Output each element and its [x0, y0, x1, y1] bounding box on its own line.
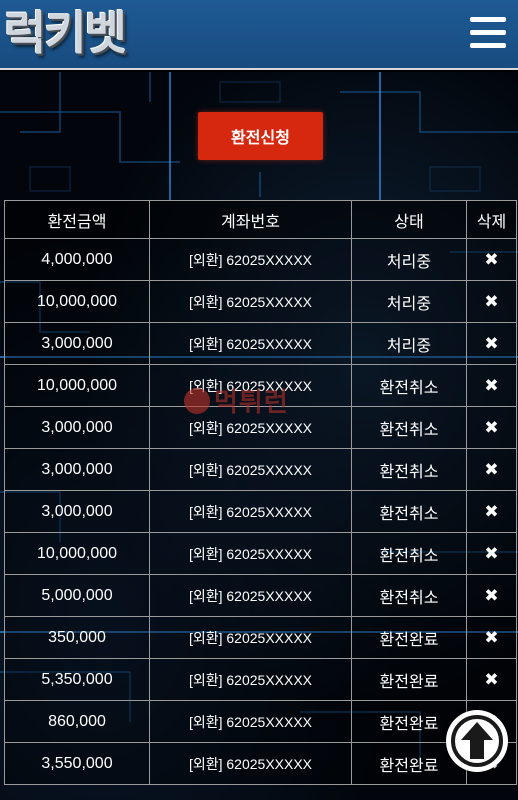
amount-cell: 3,550,000 [4, 742, 150, 785]
status-cell: 환전취소 [351, 406, 467, 449]
delete-icon[interactable]: ✖ [466, 238, 517, 281]
amount-cell: 10,000,000 [4, 280, 150, 323]
table-row: 860,000[외환] 62025XXXXX환전완료✖ [4, 700, 517, 743]
status-cell: 처리중 [351, 280, 467, 323]
amount-cell: 3,000,000 [4, 322, 150, 365]
delete-icon[interactable]: ✖ [466, 574, 517, 617]
status-cell: 환전취소 [351, 490, 467, 533]
amount-cell: 10,000,000 [4, 364, 150, 407]
scroll-to-top-button[interactable] [446, 710, 508, 772]
account-cell: [외환] 62025XXXXX [149, 364, 352, 407]
account-cell: [외환] 62025XXXXX [149, 406, 352, 449]
account-cell: [외환] 62025XXXXX [149, 448, 352, 491]
table-row: 5,350,000 [외환] 62025XXXXX 환전완료 ✖ [4, 658, 517, 701]
table-body: 4,000,000 [외환] 62025XXXXX 처리중 ✖ 10,000,000 [외… [4, 238, 517, 785]
status-cell: 환전취소 [351, 574, 467, 617]
account-cell: [외환] 62025XXXXX [149, 616, 352, 659]
account-cell: [외환] 62025XXXXX [149, 742, 352, 785]
table-row: 4,000,000 [외환] 62025XXXXX 처리중 ✖ [4, 238, 517, 281]
table-row: 10,000,000 [외환] 62025XXXXX 처리중 ✖ [4, 280, 517, 323]
table-row: 10,000,000 [외환] 62025XXXXX 환전취소 ✖ [4, 364, 517, 407]
account-cell: [외환] 62025XXXXX [149, 700, 352, 743]
delete-icon[interactable]: ✖ [466, 658, 517, 701]
status-cell: 처리중 [351, 322, 467, 365]
column-header-status: 상태 [351, 200, 467, 239]
hamburger-menu-icon[interactable] [468, 14, 508, 54]
menu-bar-3 [470, 43, 506, 48]
amount-cell: 5,000,000 [4, 574, 150, 617]
column-header-account: 계좌번호 [149, 200, 352, 239]
table-row: 3,000,000 [외환] 62025XXXXX 환전취소 ✖ [4, 406, 517, 449]
status-cell: 환전취소 [351, 448, 467, 491]
table-header-row: 환전금액 계좌번호 상태 삭제 [4, 200, 517, 239]
menu-bar-1 [470, 17, 506, 22]
delete-icon[interactable]: ✖ [466, 490, 517, 533]
account-cell: [외환] 62025XXXXX [149, 490, 352, 533]
amount-cell: 10,000,000 [4, 532, 150, 575]
delete-icon[interactable]: ✖ [466, 448, 517, 491]
status-cell: 환전취소 [351, 364, 467, 407]
main-content: 환전신청 환전금액 계좌번호 상태 삭제 4,000,000 [외환] 62025… [0, 72, 518, 800]
status-cell: 환전완료 [351, 658, 467, 701]
account-cell: [외환] 62025XXXXX [149, 532, 352, 575]
delete-icon[interactable]: ✖ [466, 616, 517, 659]
account-cell: [외환] 62025XXXXX [149, 238, 352, 281]
account-cell: [외환] 62025XXXXX [149, 574, 352, 617]
status-cell: 환전완료 [351, 616, 467, 659]
amount-cell: 350,000 [4, 616, 150, 659]
amount-cell: 3,000,000 [4, 448, 150, 491]
amount-cell: 3,000,000 [4, 490, 150, 533]
table-row: 350,000 [외환] 62025XXXXX 환전완료 ✖ [4, 616, 517, 659]
table-row: 3,000,000 [외환] 62025XXXXX 환전취소 ✖ [4, 490, 517, 533]
amount-cell: 4,000,000 [4, 238, 150, 281]
account-cell: [외환] 62025XXXXX [149, 322, 352, 365]
column-header-amount: 환전금액 [4, 200, 150, 239]
top-header: 럭키벳 [0, 0, 518, 70]
exchange-apply-button[interactable]: 환전신청 [198, 112, 323, 160]
account-cell: [외환] 62025XXXXX [149, 658, 352, 701]
status-cell: 환전취소 [351, 532, 467, 575]
table-row: 3,000,000 [외환] 62025XXXXX 환전취소 ✖ [4, 448, 517, 491]
delete-icon[interactable]: ✖ [466, 532, 517, 575]
amount-cell: 860,000 [4, 700, 150, 743]
delete-icon[interactable]: ✖ [466, 406, 517, 449]
account-cell: [외환] 62025XXXXX [149, 280, 352, 323]
menu-bar-2 [470, 30, 506, 35]
arrow-up-icon [461, 722, 493, 759]
table-row: 5,000,000 [외환] 62025XXXXX 환전취소 ✖ [4, 574, 517, 617]
delete-icon[interactable]: ✖ [466, 364, 517, 407]
amount-cell: 3,000,000 [4, 406, 150, 449]
site-logo[interactable]: 럭키벳 [4, 6, 127, 60]
status-cell: 처리중 [351, 238, 467, 281]
column-header-delete: 삭제 [466, 200, 517, 239]
exchange-history-table: 환전금액 계좌번호 상태 삭제 4,000,000 [외환] 62025XXXXX… [4, 200, 517, 785]
delete-icon[interactable]: ✖ [466, 280, 517, 323]
table-row: 10,000,000 [외환] 62025XXXXX 환전취소 ✖ [4, 532, 517, 575]
amount-cell: 5,350,000 [4, 658, 150, 701]
delete-icon[interactable]: ✖ [466, 322, 517, 365]
table-row: 3,000,000 [외환] 62025XXXXX 처리중 ✖ [4, 322, 517, 365]
table-row: 3,550,000[외환] 62025XXXXX환전완료✖ [4, 742, 517, 785]
